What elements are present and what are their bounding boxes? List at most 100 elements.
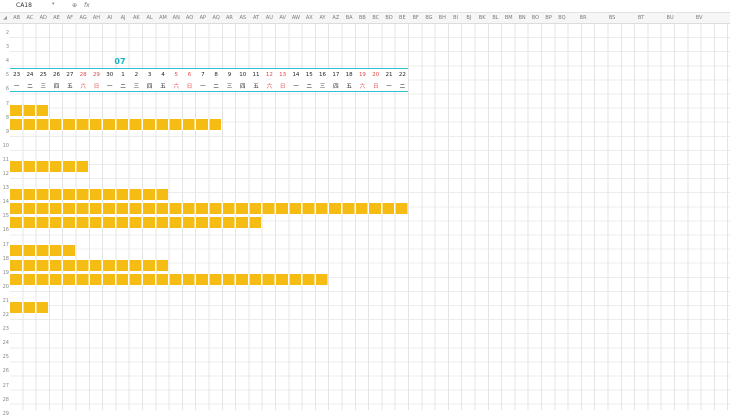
weekday-label: 六 bbox=[80, 84, 86, 90]
column-header[interactable]: AS bbox=[236, 13, 249, 23]
row-header[interactable]: 7 bbox=[0, 101, 9, 107]
row-header[interactable]: 28 bbox=[0, 397, 9, 403]
column-header[interactable]: BD bbox=[382, 13, 395, 23]
column-header[interactable]: AI bbox=[103, 13, 116, 23]
row-header[interactable]: 10 bbox=[0, 143, 9, 149]
column-header[interactable]: AW bbox=[289, 13, 302, 23]
gantt-bar[interactable] bbox=[10, 302, 49, 313]
row-header[interactable]: 24 bbox=[0, 340, 9, 346]
name-box[interactable]: CA18 bbox=[16, 2, 56, 10]
row-header[interactable]: 13 bbox=[0, 185, 9, 191]
date-number: 27 bbox=[66, 72, 74, 78]
column-header[interactable]: AJ bbox=[116, 13, 129, 23]
column-header[interactable]: BG bbox=[422, 13, 435, 23]
row-header[interactable]: 17 bbox=[0, 242, 9, 248]
row-header[interactable]: 12 bbox=[0, 171, 9, 177]
weekday-label: 五 bbox=[346, 84, 352, 90]
month-label: 07 bbox=[114, 57, 126, 66]
column-header[interactable]: AE bbox=[50, 13, 63, 23]
column-header[interactable]: AR bbox=[223, 13, 236, 23]
column-header[interactable]: BP bbox=[542, 13, 555, 23]
column-header[interactable]: BC bbox=[369, 13, 382, 23]
column-header[interactable]: BV bbox=[685, 13, 714, 23]
row-header[interactable]: 26 bbox=[0, 368, 9, 374]
row-header[interactable]: 29 bbox=[0, 411, 9, 417]
column-header[interactable]: AY bbox=[316, 13, 329, 23]
row-header[interactable]: 11 bbox=[0, 157, 9, 163]
column-header[interactable]: BO bbox=[529, 13, 542, 23]
row-header[interactable]: 16 bbox=[0, 227, 9, 233]
column-header[interactable]: BL bbox=[489, 13, 502, 23]
row-header[interactable]: 4 bbox=[0, 58, 9, 64]
row-header[interactable]: 27 bbox=[0, 383, 9, 389]
column-header[interactable]: AF bbox=[63, 13, 76, 23]
column-header[interactable]: AM bbox=[156, 13, 169, 23]
row-header[interactable]: 5 bbox=[0, 72, 9, 78]
column-header[interactable]: AD bbox=[37, 13, 50, 23]
column-header[interactable]: AX bbox=[303, 13, 316, 23]
column-header[interactable]: AQ bbox=[210, 13, 223, 23]
column-header[interactable]: AB bbox=[10, 13, 23, 23]
column-header[interactable]: BR bbox=[569, 13, 598, 23]
gantt-bar[interactable] bbox=[10, 260, 169, 271]
column-header[interactable]: AC bbox=[23, 13, 36, 23]
row-header[interactable]: 9 bbox=[0, 129, 9, 135]
column-header[interactable]: AN bbox=[170, 13, 183, 23]
column-header[interactable]: BM bbox=[502, 13, 515, 23]
weekday-label: 三 bbox=[319, 84, 326, 90]
column-header[interactable]: BF bbox=[409, 13, 422, 23]
column-header[interactable]: AP bbox=[196, 13, 209, 23]
column-header[interactable]: AL bbox=[143, 13, 156, 23]
row-header[interactable]: 14 bbox=[0, 199, 9, 205]
row-header[interactable]: 2 bbox=[0, 30, 9, 36]
column-header[interactable]: BS bbox=[598, 13, 627, 23]
gantt-bar[interactable] bbox=[10, 119, 222, 130]
column-header[interactable]: AZ bbox=[329, 13, 342, 23]
column-header[interactable]: AG bbox=[77, 13, 90, 23]
weekday-label: 三 bbox=[226, 84, 233, 90]
gantt-bar[interactable] bbox=[10, 105, 49, 116]
column-header[interactable]: BT bbox=[627, 13, 656, 23]
gantt-bar[interactable] bbox=[10, 245, 75, 256]
column-header[interactable]: BE bbox=[396, 13, 409, 23]
row-header[interactable]: 20 bbox=[0, 284, 9, 290]
fx-icon[interactable]: fx bbox=[84, 1, 90, 10]
column-header[interactable]: AK bbox=[130, 13, 143, 23]
row-header[interactable]: 15 bbox=[0, 213, 9, 219]
column-header[interactable]: BH bbox=[436, 13, 449, 23]
chevron-down-icon[interactable]: ▾ bbox=[52, 1, 55, 7]
row-header[interactable]: 23 bbox=[0, 326, 9, 332]
magnifier-icon[interactable]: ⊕ bbox=[72, 1, 77, 10]
column-header[interactable]: BK bbox=[476, 13, 489, 23]
gantt-bar[interactable] bbox=[10, 161, 89, 172]
column-header[interactable]: AT bbox=[249, 13, 262, 23]
gantt-bar[interactable] bbox=[10, 203, 408, 214]
column-header[interactable]: BI bbox=[449, 13, 462, 23]
column-header[interactable]: BA bbox=[343, 13, 356, 23]
column-header[interactable]: AO bbox=[183, 13, 196, 23]
row-header[interactable]: 18 bbox=[0, 256, 9, 262]
gantt-bar[interactable] bbox=[10, 189, 169, 200]
weekday-label: 三 bbox=[133, 84, 140, 90]
column-header[interactable]: BJ bbox=[462, 13, 475, 23]
row-header[interactable]: 8 bbox=[0, 115, 9, 121]
column-header[interactable]: BQ bbox=[555, 13, 568, 23]
row-header[interactable]: 19 bbox=[0, 270, 9, 276]
column-header[interactable]: AH bbox=[90, 13, 103, 23]
column-header[interactable]: BU bbox=[656, 13, 685, 23]
gantt-bar[interactable] bbox=[10, 217, 262, 228]
row-header[interactable]: 22 bbox=[0, 312, 9, 318]
gantt-bar[interactable] bbox=[10, 274, 328, 285]
weekday-label: 五 bbox=[160, 84, 166, 90]
column-header[interactable]: BB bbox=[356, 13, 369, 23]
select-all-corner[interactable]: ◢ bbox=[0, 13, 10, 23]
row-header[interactable]: 25 bbox=[0, 354, 9, 360]
date-number: 29 bbox=[92, 72, 100, 78]
date-number: 17 bbox=[332, 72, 340, 78]
row-header[interactable]: 6 bbox=[0, 86, 9, 92]
row-header[interactable]: 21 bbox=[0, 298, 9, 304]
column-header[interactable]: AU bbox=[263, 13, 276, 23]
column-header[interactable]: BN bbox=[515, 13, 528, 23]
column-header[interactable]: AV bbox=[276, 13, 289, 23]
row-header[interactable]: 3 bbox=[0, 44, 9, 50]
